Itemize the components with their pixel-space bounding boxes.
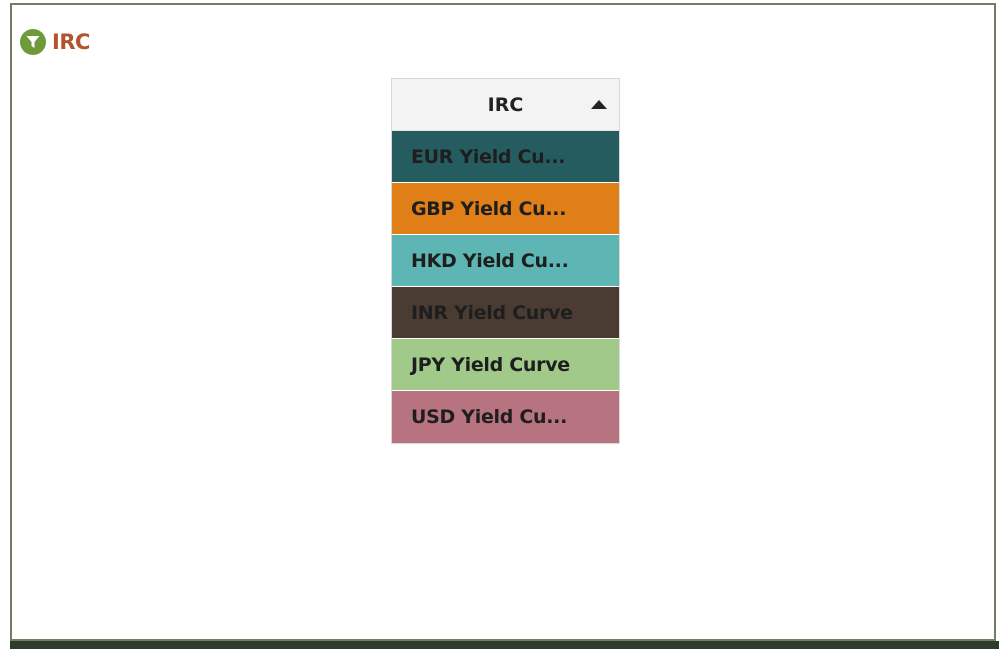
- sort-ascending-icon[interactable]: [591, 99, 607, 109]
- list-item-gbp[interactable]: GBP Yield Cu...: [392, 183, 619, 235]
- list-item-eur[interactable]: EUR Yield Cu...: [392, 131, 619, 183]
- list-item-jpy[interactable]: JPY Yield Curve: [392, 339, 619, 391]
- list-item-inr[interactable]: INR Yield Curve: [392, 287, 619, 339]
- filter-list: IRC EUR Yield Cu... GBP Yield Cu... HKD …: [391, 78, 620, 444]
- panel-title: IRC: [52, 30, 90, 54]
- list-item-label: JPY Yield Curve: [411, 353, 570, 376]
- panel-header: IRC: [20, 28, 90, 56]
- list-header-label: IRC: [487, 93, 524, 116]
- filter-icon[interactable]: [20, 29, 46, 55]
- list-header[interactable]: IRC: [392, 79, 619, 131]
- list-item-usd[interactable]: USD Yield Cu...: [392, 391, 619, 443]
- list-item-label: EUR Yield Cu...: [411, 145, 566, 168]
- list-items: EUR Yield Cu... GBP Yield Cu... HKD Yiel…: [392, 131, 619, 443]
- list-item-label: HKD Yield Cu...: [411, 249, 569, 272]
- panel-bottom-bar: [10, 641, 999, 649]
- list-item-label: INR Yield Curve: [411, 301, 573, 324]
- list-item-label: GBP Yield Cu...: [411, 197, 567, 220]
- list-item-hkd[interactable]: HKD Yield Cu...: [392, 235, 619, 287]
- list-item-label: USD Yield Cu...: [411, 406, 568, 428]
